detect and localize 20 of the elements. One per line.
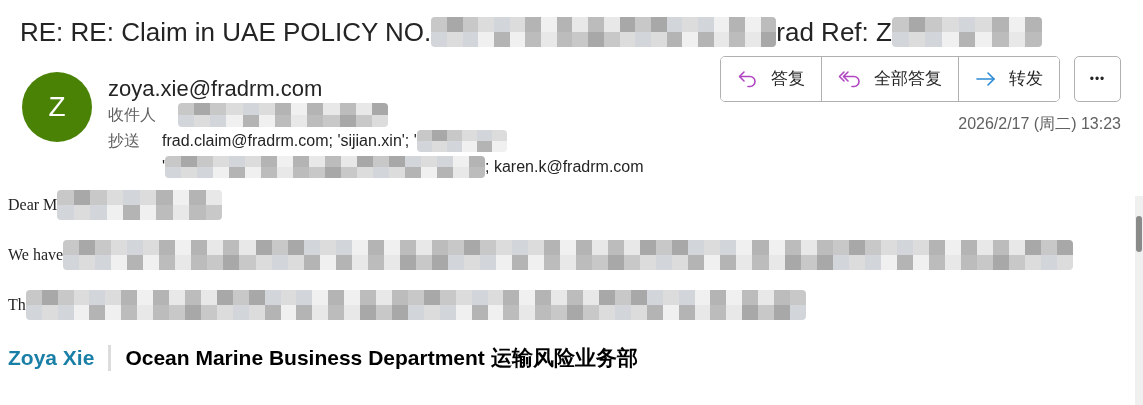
reply-all-icon — [838, 68, 862, 90]
more-button[interactable]: ••• — [1074, 56, 1121, 102]
body-text: Dear M — [8, 195, 58, 215]
to-label: 收件人 — [108, 105, 157, 125]
cc-recipients: frad.claim@fradrm.com; 'sijian.xin'; ' — [162, 131, 417, 151]
avatar-initial: Z — [48, 90, 66, 124]
body-text: We have — [8, 245, 64, 265]
email-subject: RE: RE: Claim in UAE POLICY NO. — [20, 16, 432, 49]
sender-email: zoya.xie@fradrm.com — [108, 76, 324, 102]
reply-icon — [737, 68, 759, 90]
scrollbar[interactable] — [1135, 196, 1143, 405]
action-button[interactable]: 转发 — [958, 57, 1059, 101]
sent-date: 2026/2/17 (周二) 13:23 — [958, 114, 1121, 134]
email-subject: rad Ref: Z — [776, 16, 892, 49]
body-text: Th — [8, 295, 26, 315]
cc-recipients: ' — [162, 157, 166, 177]
signature-name: Zoya Xie — [8, 345, 95, 371]
cc-recipients: ; karen.k@fradrm.com — [485, 157, 644, 177]
cc-label: 抄送 — [108, 131, 141, 151]
signature-department: Ocean Marine Business Department 运输风险业务部 — [125, 345, 638, 371]
